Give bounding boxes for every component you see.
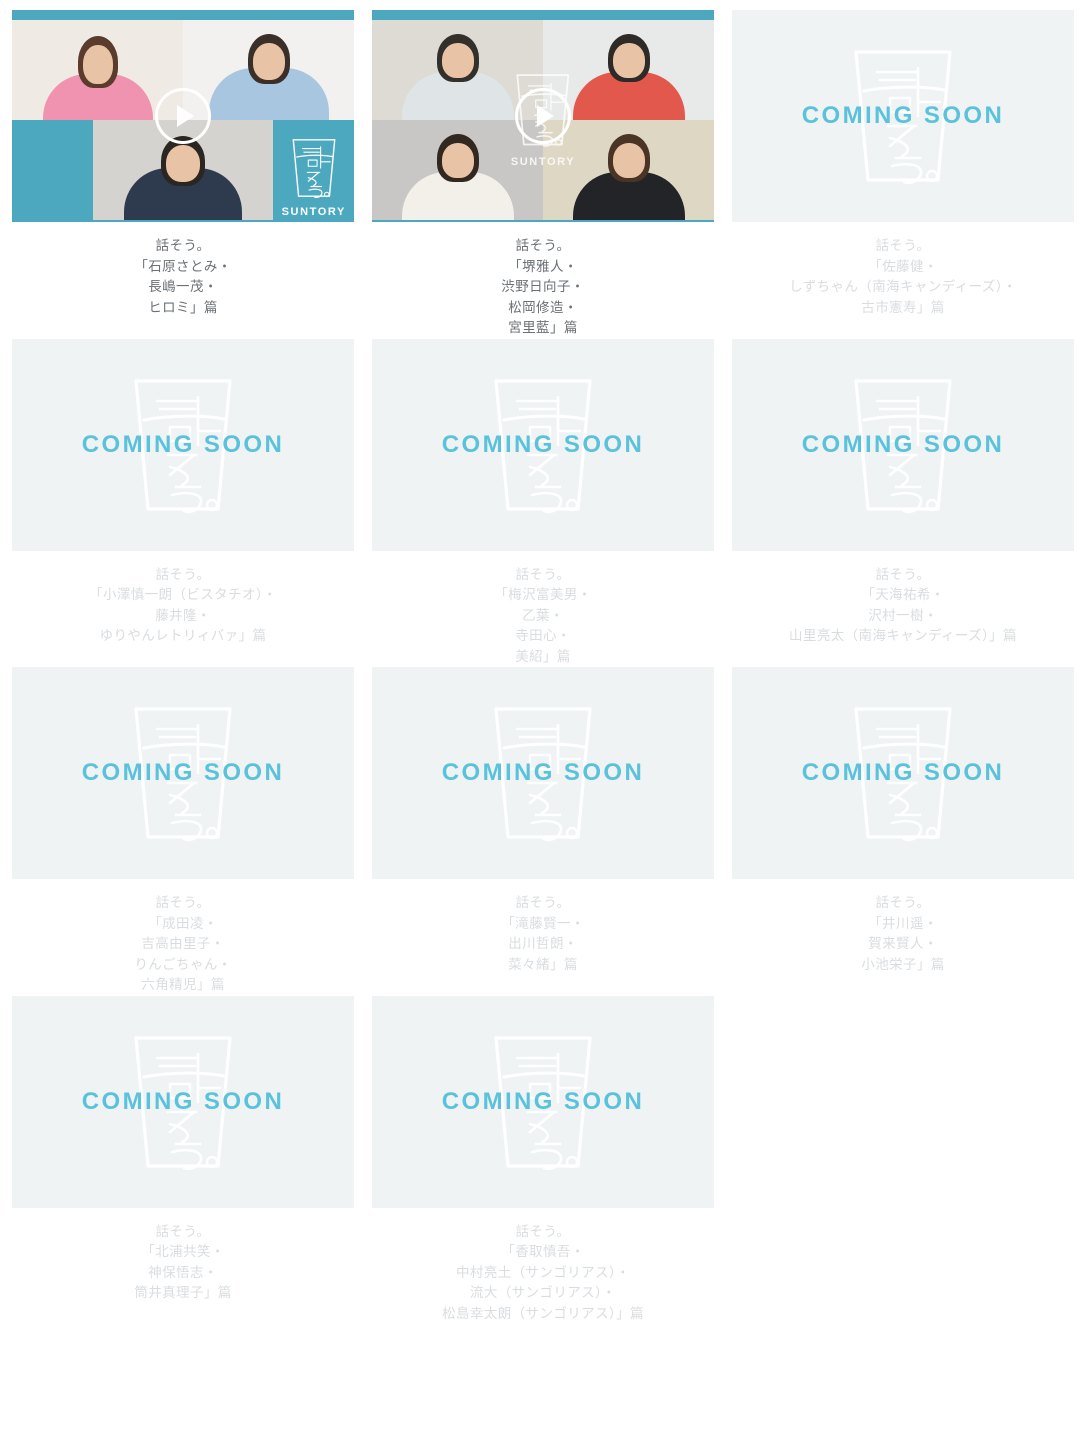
caption-line: 神保悟志・ [148,1264,218,1280]
card-caption: 話そう。「成田凌・吉高由里子・ りんごちゃん・ 六角精児」篇 [12,879,354,996]
caption-line: 「梅沢富美男・ [494,587,592,602]
caption-line: 小池栄子」篇 [861,956,945,972]
caption-line: 「香取慎吾・ [501,1244,585,1259]
caption-line: 宮里藍」篇 [508,320,578,335]
caption-line: 話そう。 [515,238,571,253]
caption-line: 賀来賢人・ [868,936,938,951]
caption-line: 「佐藤健・ [868,258,938,274]
coming-soon-thumbnail[interactable]: COMING SOON [732,667,1074,879]
caption-line: 「井川遥・ [868,915,938,931]
gallery-card[interactable]: COMING SOON 話そう。「滝藤賢一・ 出川哲朗・菜々緒」篇 [372,667,714,996]
gallery-card[interactable]: SUNTORY 話そう。 「堺雅人・ 渋野日向子・ 松岡修造・ 宮里藍」篇 [372,10,714,339]
gallery-card[interactable]: COMING SOON 話そう。「佐藤健・しずちゃん（南海キャンディーズ）・ 古市憲… [732,10,1074,339]
caption-line: しずちゃん（南海キャンディーズ）・ [789,279,1017,294]
caption-line: 古市憲寿」篇 [861,299,945,315]
caption-line: りんごちゃん・ [134,956,232,972]
coming-soon-label: COMING SOON [441,759,645,786]
gallery-card[interactable]: SUNTORY 話そう。 「石原さとみ・ 長嶋一茂・ ヒロミ」篇 [12,10,354,339]
caption-line: 「北浦共笑・ [141,1244,225,1259]
play-button[interactable] [155,88,211,144]
coming-soon-label: COMING SOON [801,102,1005,129]
gallery-card[interactable]: COMING SOON 話そう。「香取慎吾・中村亮土（サンゴリアス）・ 流大（サンゴ… [372,995,714,1325]
gallery-card[interactable]: COMING SOON 話そう。「井川遥・賀来賢人・小池栄子」篇 [732,667,1074,996]
caption-line: 渋野日向子・ [501,279,585,294]
card-caption: 話そう。「石原さとみ・ 長嶋一茂・ヒロミ」篇 [12,222,354,318]
caption-line: 話そう。 [155,566,211,582]
coming-soon-label: COMING SOON [441,430,645,458]
card-caption: 話そう。「滝藤賢一・ 出川哲朗・菜々緒」篇 [372,879,714,975]
coming-soon-thumbnail[interactable]: COMING SOON [12,667,354,879]
caption-line: 松島幸太朗（サンゴリアス）」篇 [442,1305,644,1321]
caption-line: 話そう。 [155,238,211,253]
caption-line: 中村亮土（サンゴリアス）・ [456,1264,630,1280]
caption-line: ヒロミ」篇 [148,299,218,315]
caption-line: 「小澤慎一朗（ビスタチオ）・ [89,587,277,602]
caption-line: 「滝藤賢一・ [501,915,585,931]
caption-line: 「天海祐希・ [861,587,945,602]
caption-line: 長嶋一茂・ [148,279,218,294]
caption-line: 菜々緒」篇 [508,956,578,972]
card-caption: 話そう。「小澤慎一朗（ビスタチオ）・ 藤井隆・ゆりやんレトリィバァ」篇 [12,551,354,647]
card-caption: 話そう。「北浦共笑・ 神保悟志・筒井真理子」篇 [12,1208,354,1304]
caption-line: 藤井隆・ [155,607,211,623]
card-caption: 話そう。「天海祐希・ 沢村一樹・山里亮太（南海キャンディーズ）」篇 [732,551,1074,647]
video-gallery-grid: SUNTORY 話そう。 「石原さとみ・ 長嶋一茂・ ヒロミ」篇 SUNTORY 話そう。「… [0,0,1080,1342]
caption-line: 話そう。 [875,566,931,582]
caption-line: 松岡修造・ [508,299,578,315]
gallery-card[interactable]: COMING SOON 話そう。「成田凌・吉高由里子・ りんごちゃん・ 六角精児」篇 [12,667,354,996]
caption-line: 話そう。 [515,895,571,910]
card-caption: 話そう。「井川遥・賀来賢人・小池栄子」篇 [732,879,1074,975]
gallery-card[interactable]: COMING SOON 話そう。「北浦共笑・ 神保悟志・筒井真理子」篇 [12,995,354,1325]
card-caption: 話そう。「堺雅人・渋野日向子・ 松岡修造・宮里藍」篇 [372,222,714,339]
caption-line: 話そう。 [155,1223,211,1239]
coming-soon-thumbnail[interactable]: COMING SOON [12,338,354,551]
caption-line: 話そう。 [875,238,931,253]
caption-line: 「石原さとみ・ [134,258,232,274]
caption-line: 美紹」篇 [515,648,571,664]
play-button[interactable] [515,88,571,144]
gallery-card[interactable]: COMING SOON 話そう。「小澤慎一朗（ビスタチオ）・ 藤井隆・ゆりやんレトリ… [12,338,354,668]
coming-soon-label: COMING SOON [81,430,285,458]
gallery-card[interactable]: COMING SOON 話そう。「梅沢富美男・ 乙葉・寺田心・美紹」篇 [372,338,714,668]
caption-line: 流大（サンゴリアス）・ [469,1285,617,1300]
coming-soon-thumbnail[interactable]: COMING SOON [372,667,714,879]
coming-soon-thumbnail[interactable]: COMING SOON [372,338,714,551]
coming-soon-thumbnail[interactable]: COMING SOON [732,10,1074,222]
coming-soon-label: COMING SOON [801,759,1005,786]
coming-soon-label: COMING SOON [801,430,1005,458]
card-caption: 話そう。「梅沢富美男・ 乙葉・寺田心・美紹」篇 [372,551,714,668]
card-caption: 話そう。「佐藤健・しずちゃん（南海キャンディーズ）・ 古市憲寿」篇 [732,222,1074,318]
caption-line: 六角精児」篇 [141,977,225,992]
caption-line: 寺田心・ [515,628,571,643]
coming-soon-thumbnail[interactable]: COMING SOON [372,995,714,1208]
caption-line: 吉高由里子・ [141,936,225,951]
caption-line: 話そう。 [515,566,571,582]
coming-soon-label: COMING SOON [81,759,285,786]
caption-line: 乙葉・ [522,607,564,623]
video-thumbnail[interactable]: SUNTORY [12,10,354,222]
card-caption: 話そう。「香取慎吾・中村亮土（サンゴリアス）・ 流大（サンゴリアス）・松島幸太朗（… [372,1208,714,1325]
video-thumbnail[interactable]: SUNTORY [372,10,714,222]
coming-soon-thumbnail[interactable]: COMING SOON [12,995,354,1208]
caption-line: 山里亮太（南海キャンディーズ）」篇 [789,628,1017,643]
play-icon [537,105,554,127]
caption-line: 「成田凌・ [148,915,218,931]
caption-line: 話そう。 [155,895,211,910]
caption-line: 筒井真理子」篇 [134,1285,232,1300]
caption-line: 「堺雅人・ [508,258,578,274]
caption-line: ゆりやんレトリィバァ」篇 [99,628,267,643]
play-icon [177,105,194,127]
coming-soon-thumbnail[interactable]: COMING SOON [732,338,1074,551]
caption-line: 沢村一樹・ [868,607,938,623]
caption-line: 出川哲朗・ [508,936,578,951]
caption-line: 話そう。 [515,1223,571,1239]
caption-line: 話そう。 [875,895,931,910]
coming-soon-label: COMING SOON [441,1087,645,1115]
coming-soon-label: COMING SOON [81,1087,285,1115]
gallery-card[interactable]: COMING SOON 話そう。「天海祐希・ 沢村一樹・山里亮太（南海キャンディーズ… [732,338,1074,668]
